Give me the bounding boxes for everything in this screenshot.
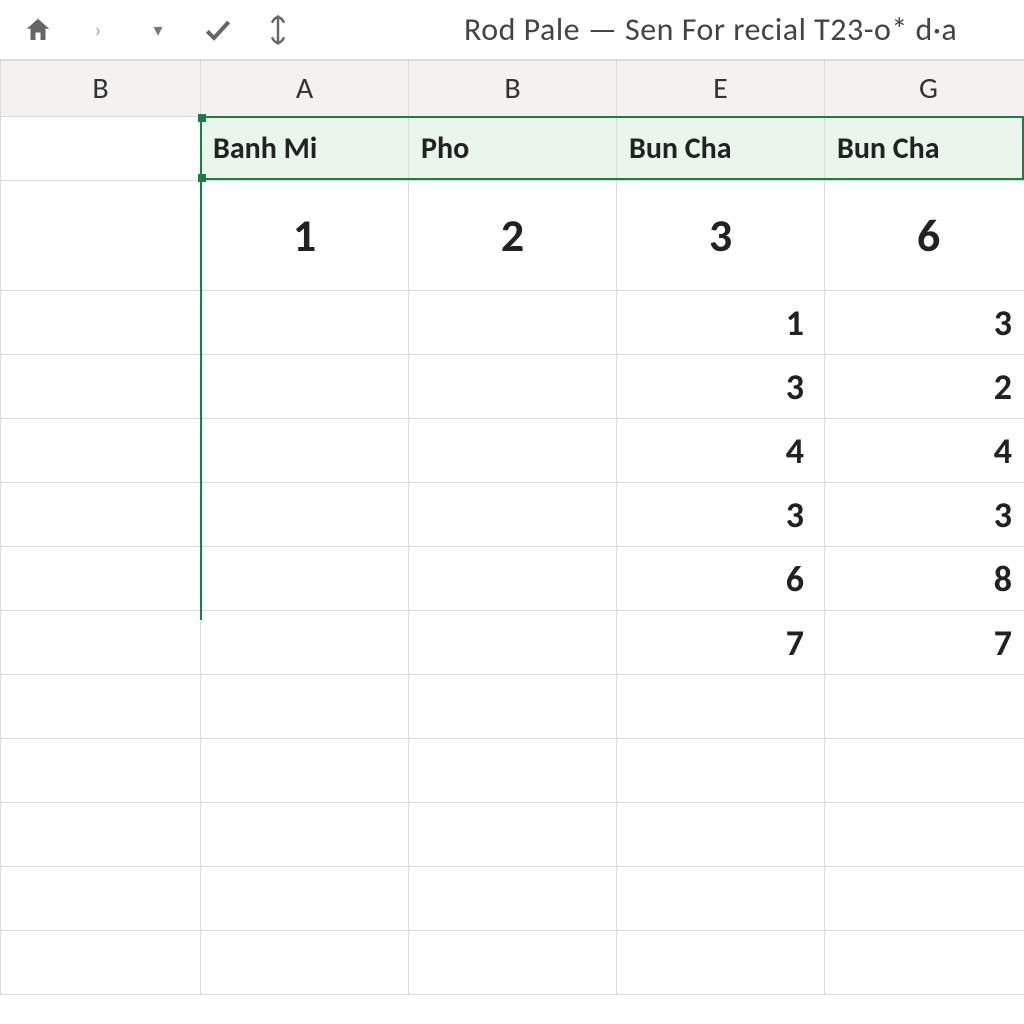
cell[interactable] xyxy=(409,675,617,739)
cell[interactable] xyxy=(409,419,617,483)
cell[interactable] xyxy=(409,291,617,355)
row-header[interactable] xyxy=(1,419,201,483)
cell[interactable]: 3 xyxy=(617,181,825,291)
row-header[interactable] xyxy=(1,803,201,867)
row-header[interactable] xyxy=(1,355,201,419)
cell[interactable]: 3 xyxy=(617,355,825,419)
cell[interactable] xyxy=(617,675,825,739)
column-header[interactable]: B xyxy=(409,61,617,117)
cell[interactable]: 7 xyxy=(617,611,825,675)
cell[interactable] xyxy=(201,419,409,483)
table-row xyxy=(1,803,1024,867)
cell[interactable]: 4 xyxy=(617,419,825,483)
cell[interactable] xyxy=(409,931,617,995)
cell[interactable] xyxy=(409,803,617,867)
cell[interactable] xyxy=(409,355,617,419)
cell[interactable] xyxy=(201,483,409,547)
cell[interactable]: 1 xyxy=(201,181,409,291)
column-header[interactable]: B xyxy=(1,61,201,117)
cell[interactable] xyxy=(617,803,825,867)
column-header[interactable]: G xyxy=(825,61,1024,117)
check-icon[interactable] xyxy=(194,6,242,54)
cell[interactable] xyxy=(201,867,409,931)
row-header[interactable] xyxy=(1,611,201,675)
table-row xyxy=(1,739,1024,803)
cell[interactable] xyxy=(201,355,409,419)
row-header[interactable] xyxy=(1,117,201,181)
cell[interactable]: 3 xyxy=(617,483,825,547)
cell[interactable] xyxy=(409,739,617,803)
cell[interactable] xyxy=(825,803,1024,867)
row-header[interactable] xyxy=(1,483,201,547)
table-row: 1 3 xyxy=(1,291,1024,355)
table-row xyxy=(1,931,1024,995)
cell[interactable] xyxy=(617,739,825,803)
cell[interactable]: 8 xyxy=(825,547,1024,611)
table-row xyxy=(1,867,1024,931)
grid[interactable]: B A B E G Banh Mi Pho Bun Cha Bun Cha 1 … xyxy=(0,60,1024,995)
home-icon[interactable] xyxy=(14,6,62,54)
table-row: 4 4 xyxy=(1,419,1024,483)
row-header[interactable] xyxy=(1,291,201,355)
table-row: 3 3 xyxy=(1,483,1024,547)
column-header[interactable]: A xyxy=(201,61,409,117)
row-header[interactable] xyxy=(1,867,201,931)
cell[interactable] xyxy=(201,547,409,611)
cell[interactable] xyxy=(617,867,825,931)
cell[interactable] xyxy=(409,611,617,675)
cell[interactable] xyxy=(617,931,825,995)
cell[interactable] xyxy=(201,291,409,355)
cell[interactable] xyxy=(201,675,409,739)
table-row xyxy=(1,675,1024,739)
cell[interactable] xyxy=(201,611,409,675)
cell[interactable]: 2 xyxy=(409,181,617,291)
summary-row: 1 2 3 6 xyxy=(1,181,1024,291)
cell[interactable] xyxy=(201,931,409,995)
cell[interactable]: Bun Cha xyxy=(825,117,1024,181)
cell[interactable]: Pho xyxy=(409,117,617,181)
chevron-right-icon[interactable]: › xyxy=(74,6,122,54)
cell[interactable]: 7 xyxy=(825,611,1024,675)
cell[interactable]: 6 xyxy=(825,181,1024,291)
cell[interactable] xyxy=(825,739,1024,803)
table-row: 7 7 xyxy=(1,611,1024,675)
row-header[interactable] xyxy=(1,181,201,291)
cell[interactable]: Banh Mi xyxy=(201,117,409,181)
toolbar: › ▾ Rod Pale — Sen For recial T23-o* d·a xyxy=(0,0,1024,60)
table-header-row: Banh Mi Pho Bun Cha Bun Cha xyxy=(1,117,1024,181)
function-icon[interactable] xyxy=(254,6,302,54)
column-header[interactable]: E xyxy=(617,61,825,117)
cell[interactable] xyxy=(409,867,617,931)
cell[interactable] xyxy=(825,675,1024,739)
cell[interactable] xyxy=(201,803,409,867)
cell[interactable]: 1 xyxy=(617,291,825,355)
table-row: 6 8 xyxy=(1,547,1024,611)
table-row: 3 2 xyxy=(1,355,1024,419)
row-header[interactable] xyxy=(1,675,201,739)
cell[interactable]: Bun Cha xyxy=(617,117,825,181)
cell[interactable]: 2 xyxy=(825,355,1024,419)
cell[interactable] xyxy=(409,483,617,547)
cell[interactable] xyxy=(201,739,409,803)
cell[interactable]: 4 xyxy=(825,419,1024,483)
cell[interactable]: 3 xyxy=(825,291,1024,355)
row-header[interactable] xyxy=(1,739,201,803)
column-header-row: B A B E G xyxy=(1,61,1024,117)
cell[interactable]: 3 xyxy=(825,483,1024,547)
row-header[interactable] xyxy=(1,547,201,611)
cell[interactable] xyxy=(825,931,1024,995)
cell[interactable] xyxy=(825,867,1024,931)
spreadsheet[interactable]: B A B E G Banh Mi Pho Bun Cha Bun Cha 1 … xyxy=(0,60,1024,995)
cell[interactable]: 6 xyxy=(617,547,825,611)
row-header[interactable] xyxy=(1,931,201,995)
cell[interactable] xyxy=(409,547,617,611)
dropdown-icon[interactable]: ▾ xyxy=(134,6,182,54)
document-title: Rod Pale — Sen For recial T23-o* d·a xyxy=(464,10,957,49)
